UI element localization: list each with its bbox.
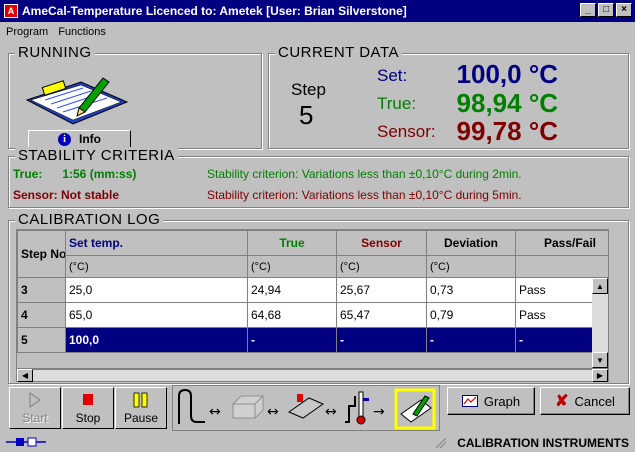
scroll-right-icon[interactable]: ▶ [592, 369, 608, 382]
pause-button[interactable]: Pause [115, 387, 167, 429]
close-button[interactable]: × [616, 3, 632, 17]
cancel-label: Cancel [574, 393, 615, 409]
app-icon[interactable]: A [4, 4, 18, 18]
step-value: 5 [299, 100, 314, 130]
title-bar: A AmeCal-Temperature Licenced to: Ametek… [0, 0, 635, 22]
stability-panel: STABILITY CRITERIA True: 1:56 (mm:ss) Se… [8, 147, 629, 208]
table-row[interactable]: 3 25,0 24,94 25,67 0,73 Pass [17, 277, 608, 303]
header-set-temp[interactable]: Set temp. [65, 230, 248, 256]
true-label: True: [377, 94, 417, 113]
table-row[interactable]: 4 65,0 64,68 65,47 0,79 Pass [17, 302, 608, 328]
info-icon: i [58, 132, 71, 146]
play-icon [29, 392, 41, 408]
scroll-up-icon[interactable]: ▲ [592, 278, 608, 294]
set-value: 100,0 °C [456, 59, 558, 89]
svg-text:↔: ↔ [325, 404, 337, 420]
scroll-left-icon[interactable]: ◀ [17, 369, 33, 382]
unit-deviation: (°C) [426, 255, 516, 278]
sensor-value: 99,78 °C [456, 116, 558, 146]
row-sensor: 65,47 [336, 302, 427, 328]
maximize-button[interactable]: □ [598, 3, 614, 17]
start-button[interactable]: Start [9, 387, 61, 429]
graph-button[interactable]: Graph [447, 387, 535, 415]
running-panel: RUNNING i Info [8, 44, 262, 149]
running-title: RUNNING [15, 44, 95, 61]
row-sensor: - [336, 327, 427, 353]
true-stability-criterion: Stability criterion: Variations less tha… [207, 167, 522, 181]
row-set: 25,0 [65, 277, 248, 303]
stop-icon [83, 394, 93, 405]
cancel-button[interactable]: ✘ Cancel [540, 387, 630, 415]
row-set: 65,0 [65, 302, 248, 328]
scroll-down-icon[interactable]: ▼ [592, 352, 608, 368]
table-units-row: (°C) (°C) (°C) (°C) [18, 255, 608, 278]
true-stability-status: True: 1:56 (mm:ss) [13, 167, 137, 181]
svg-text:↔: ↔ [209, 404, 221, 420]
vertical-scrollbar[interactable]: ▲ ▼ [592, 278, 608, 368]
row-deviation: - [426, 327, 516, 353]
start-label: Start [22, 411, 48, 425]
current-data-title: CURRENT DATA [275, 44, 403, 61]
graph-label: Graph [483, 393, 521, 409]
stability-title: STABILITY CRITERIA [15, 147, 178, 164]
true-value: 98,94 °C [456, 88, 558, 118]
info-button[interactable]: i Info [28, 130, 131, 148]
step-label: Step [291, 80, 326, 99]
unit-true: (°C) [247, 255, 337, 278]
row-set: 100,0 [65, 327, 248, 353]
menu-program[interactable]: Program [6, 26, 48, 38]
sensor-stability-status: Sensor: Not stable [13, 188, 120, 202]
svg-text:↔: ↔ [267, 404, 279, 420]
cancel-x-icon: ✘ [555, 393, 569, 410]
minimize-button[interactable]: _ [580, 3, 596, 17]
row-deviation: 0,73 [426, 277, 516, 303]
header-true[interactable]: True [247, 230, 337, 256]
pause-icon [133, 392, 148, 408]
unit-sensor: (°C) [336, 255, 427, 278]
table-row-selected[interactable]: 5 100,0 - - - - [17, 327, 608, 353]
svg-text:→: → [373, 404, 385, 420]
process-flow-icons: ↔ ↔ ↔ → [178, 388, 436, 430]
stop-button[interactable]: Stop [62, 387, 114, 429]
row-true: 64,68 [247, 302, 337, 328]
window-title: AmeCal-Temperature Licenced to: Ametek [… [22, 4, 407, 18]
connection-plug-icon [6, 437, 46, 447]
header-pass-fail[interactable]: Pass/Fail [515, 230, 608, 256]
unit-set: (°C) [65, 255, 248, 278]
row-step: 4 [17, 302, 66, 328]
header-deviation[interactable]: Deviation [426, 230, 516, 256]
row-step: 3 [17, 277, 66, 303]
current-data-panel: CURRENT DATA Step 5 Set: 100,0 °C True: … [268, 44, 629, 149]
header-step[interactable]: Step No. [17, 230, 66, 278]
row-sensor: 25,67 [336, 277, 427, 303]
calibration-log-title: CALIBRATION LOG [15, 211, 164, 228]
info-label: Info [79, 132, 101, 146]
sensor-label: Sensor: [377, 122, 436, 141]
menu-functions[interactable]: Functions [58, 26, 106, 38]
row-true: - [247, 327, 337, 353]
process-flow-strip: ↔ ↔ ↔ → [172, 385, 440, 431]
set-label: Set: [377, 66, 408, 85]
calibration-log-table[interactable]: Step No. Set temp. True Sensor Deviation… [16, 229, 609, 369]
row-step: 5 [17, 327, 66, 353]
row-true: 24,94 [247, 277, 337, 303]
stop-label: Stop [75, 411, 101, 425]
table-header-row: Step No. Set temp. True Sensor Deviation… [17, 230, 608, 278]
graph-icon [461, 395, 478, 407]
sensor-stability-criterion: Stability criterion: Variations less tha… [207, 188, 522, 202]
menu-bar: Program Functions [0, 22, 635, 42]
resize-grip-icon[interactable] [436, 438, 446, 448]
horizontal-scrollbar[interactable]: ◀ ▶ [16, 369, 609, 382]
header-sensor[interactable]: Sensor [336, 230, 427, 256]
unit-pass-fail [515, 255, 608, 278]
clipboard-pen-icon [25, 77, 129, 125]
brand-label: CALIBRATION INSTRUMENTS [457, 436, 629, 450]
row-deviation: 0,79 [426, 302, 516, 328]
pause-label: Pause [123, 411, 159, 425]
